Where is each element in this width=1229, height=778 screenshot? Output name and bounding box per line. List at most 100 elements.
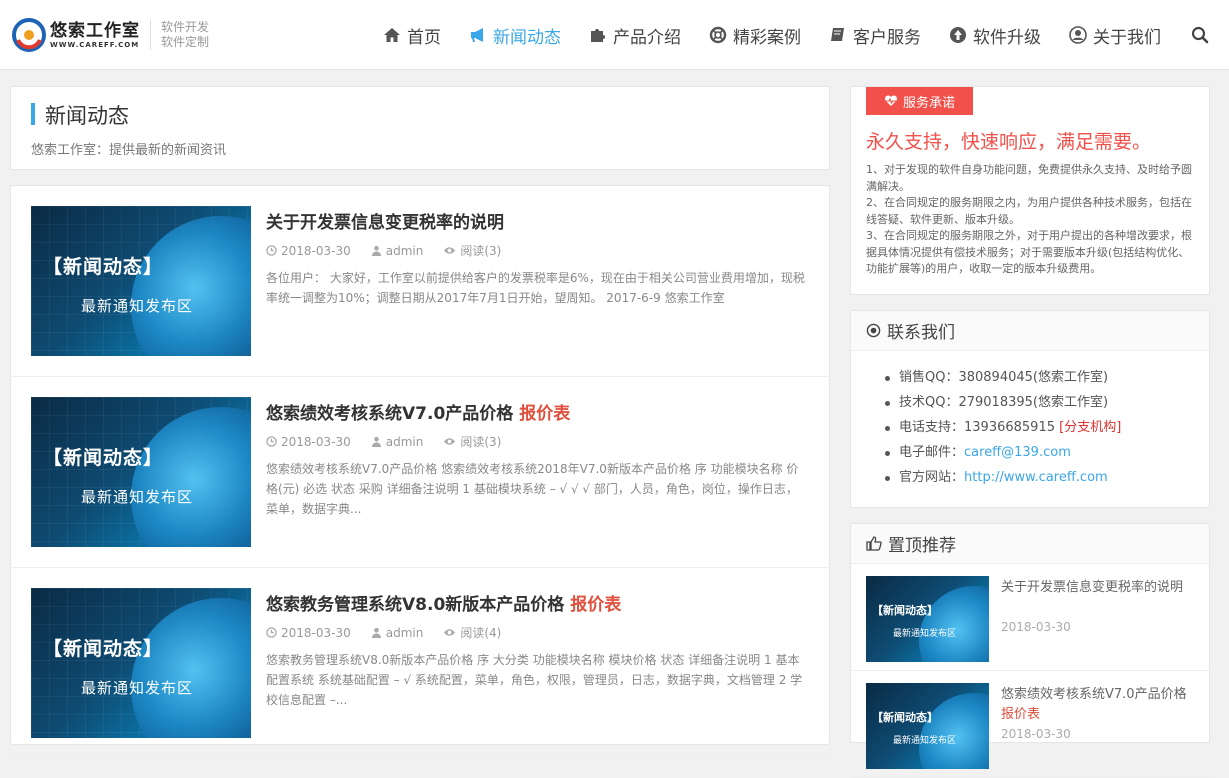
recommend-item[interactable]: 【新闻动态】 最新通知发布区 悠索绩效考核系统V7.0产品价格 报价表 2018…	[851, 671, 1209, 778]
page-subtitle: 悠索工作室：提供最新的新闻资讯	[31, 143, 227, 158]
article-date: 2018-03-30	[281, 434, 351, 449]
article-excerpt: 各位用户： 大家好，工作室以前提供给客户的发票税率是6%，现在由于相关公司营业费…	[266, 271, 805, 305]
article-author: admin	[385, 625, 424, 640]
logo-divider	[150, 20, 151, 50]
thumb-line-2: 最新通知发布区	[81, 488, 194, 506]
recommend-header: 置顶推荐	[851, 524, 1209, 564]
clock-icon	[266, 627, 277, 638]
thumbs-up-icon	[866, 536, 882, 551]
contact-phone: 电话支持：13936685915 [分支机构]	[885, 415, 1209, 440]
logo-name: 悠索工作室	[50, 20, 140, 41]
page-title-box: 新闻动态 悠索工作室：提供最新的新闻资讯	[10, 86, 830, 170]
email-link[interactable]: careff@139.com	[964, 445, 1071, 460]
article-thumbnail[interactable]: 【新闻动态】 最新通知发布区	[31, 397, 251, 547]
eye-icon	[444, 438, 456, 445]
nav-service[interactable]: 客户服务	[829, 23, 921, 48]
contact-email: 电子邮件：careff@139.com	[885, 440, 1209, 465]
nav-about-label: 关于我们	[1093, 27, 1161, 48]
nav-home-label: 首页	[407, 27, 441, 48]
clock-icon	[266, 436, 277, 447]
service-promise-body: 1、对于发现的软件自身功能问题，免费提供永久支持、及时给予圆满解决。 2、在合同…	[866, 163, 1192, 275]
service-promise-headline: 永久支持，快速响应，满足需要。	[866, 131, 1152, 153]
recommend-item-title[interactable]: 关于开发票信息变更税率的说明	[1001, 578, 1196, 598]
nav-upgrade-label: 软件升级	[973, 27, 1041, 48]
user-circle-icon	[1069, 26, 1087, 44]
website-link[interactable]: http://www.careff.com	[964, 470, 1108, 485]
nav-news[interactable]: 新闻动态	[469, 23, 561, 48]
recommend-item-title[interactable]: 悠索绩效考核系统V7.0产品价格 报价表	[1001, 685, 1196, 725]
article-thumbnail[interactable]: 【新闻动态】 最新通知发布区	[31, 588, 251, 738]
branch-link[interactable]: [分支机构]	[1059, 420, 1121, 435]
life-ring-icon	[709, 26, 727, 44]
logo-url: WWW.CAREFF.COM	[50, 40, 140, 49]
article-list: 【新闻动态】 最新通知发布区 关于开发票信息变更税率的说明 2018-03-30…	[10, 185, 830, 759]
heartbeat-icon	[884, 95, 897, 106]
user-icon	[371, 245, 381, 256]
article-thumbnail[interactable]: 【新闻动态】 最新通知发布区	[31, 206, 251, 356]
contact-list: 销售QQ：380894045(悠索工作室) 技术QQ：279018395(悠索工…	[851, 351, 1209, 490]
contact-box: 联系我们 销售QQ：380894045(悠索工作室) 技术QQ：27901839…	[850, 310, 1210, 508]
thumb-line-1: 【新闻动态】	[43, 638, 164, 660]
article-item: 【新闻动态】 最新通知发布区 关于开发票信息变更税率的说明 2018-03-30…	[11, 186, 829, 377]
nav-products[interactable]: 产品介绍	[589, 23, 681, 48]
globe-graphic	[919, 586, 989, 662]
contact-header: 联系我们	[851, 311, 1209, 351]
article-title[interactable]: 悠索绩效考核系统V7.0产品价格 报价表	[266, 399, 570, 424]
contact-title: 联系我们	[887, 323, 955, 343]
site-header: 悠索工作室 WWW.CAREFF.COM 软件开发 软件定制 首页 新闻动态 产…	[0, 0, 1229, 70]
logo-slogan-2: 软件定制	[161, 35, 210, 49]
recommend-title: 置顶推荐	[888, 536, 956, 556]
arrow-up-circle-icon	[950, 27, 966, 43]
nav-about[interactable]: 关于我们	[1069, 23, 1161, 48]
article-views: 阅读(4)	[460, 626, 502, 640]
nav-news-label: 新闻动态	[493, 27, 561, 48]
article-title[interactable]: 悠索教务管理系统V8.0新版本产品价格 报价表	[266, 590, 621, 615]
nav-home[interactable]: 首页	[383, 23, 441, 48]
puzzle-icon	[591, 29, 605, 42]
search-icon[interactable]	[1191, 26, 1209, 44]
article-date: 2018-03-30	[281, 625, 351, 640]
article-meta: 2018-03-30 admin 阅读(3)	[266, 242, 521, 259]
article-excerpt: 悠索绩效考核系统V7.0产品价格 悠索绩效考核系统2018年V7.0新版本产品价…	[266, 462, 799, 516]
article-title[interactable]: 关于开发票信息变更税率的说明	[266, 208, 504, 233]
nav-cases-label: 精彩案例	[733, 27, 801, 48]
article-views: 阅读(3)	[460, 435, 502, 449]
nav-service-label: 客户服务	[853, 27, 921, 48]
contact-website: 官方网站：http://www.careff.com	[885, 465, 1209, 490]
home-icon	[384, 28, 400, 42]
recommend-item-date: 2018-03-30	[1001, 727, 1071, 741]
clock-icon	[266, 245, 277, 256]
user-icon	[371, 627, 381, 638]
logo[interactable]: 悠索工作室 WWW.CAREFF.COM 软件开发 软件定制	[12, 16, 209, 54]
recommend-box: 置顶推荐 【新闻动态】 最新通知发布区 关于开发票信息变更税率的说明 2018-…	[850, 523, 1210, 778]
nav-upgrade[interactable]: 软件升级	[949, 23, 1041, 48]
eye-icon	[444, 247, 456, 254]
article-views: 阅读(3)	[460, 244, 502, 258]
thumb-line-2: 最新通知发布区	[81, 297, 194, 315]
article-author: admin	[385, 434, 424, 449]
logo-mark-icon	[12, 18, 46, 52]
recommend-item[interactable]: 【新闻动态】 最新通知发布区 关于开发票信息变更税率的说明 2018-03-30	[851, 564, 1209, 671]
main-nav: 首页 新闻动态 产品介绍 精彩案例 客户服务 软件升级 关于我们	[355, 0, 1229, 70]
recommend-item-date: 2018-03-30	[1001, 620, 1071, 634]
page-title: 新闻动态	[45, 104, 129, 128]
nav-cases[interactable]: 精彩案例	[709, 23, 801, 48]
thumb-line-1: 【新闻动态】	[43, 256, 164, 278]
article-item: 【新闻动态】 最新通知发布区 悠索教务管理系统V8.0新版本产品价格 报价表 2…	[11, 568, 829, 759]
article-item: 【新闻动态】 最新通知发布区 悠索绩效考核系统V7.0产品价格 报价表 2018…	[11, 377, 829, 568]
recommend-thumbnail[interactable]: 【新闻动态】 最新通知发布区	[866, 683, 989, 769]
bullhorn-icon	[471, 28, 483, 42]
recommend-thumbnail[interactable]: 【新闻动态】 最新通知发布区	[866, 576, 989, 662]
service-promise-box: 服务承诺 永久支持，快速响应，满足需要。 1、对于发现的软件自身功能问题，免费提…	[850, 86, 1210, 295]
service-promise-tag: 服务承诺	[866, 87, 973, 115]
title-accent-bar	[31, 103, 35, 125]
article-date: 2018-03-30	[281, 243, 351, 258]
thumb-line-1: 【新闻动态】	[43, 447, 164, 469]
thumb-line-2: 最新通知发布区	[81, 679, 194, 697]
article-excerpt: 悠索教务管理系统V8.0新版本产品价格 序 大分类 功能模块名称 模块价格 状态…	[266, 653, 803, 707]
globe-graphic	[919, 693, 989, 769]
nav-products-label: 产品介绍	[613, 27, 681, 48]
eye-icon	[444, 629, 456, 636]
contact-tech-qq: 技术QQ：279018395(悠索工作室)	[885, 390, 1209, 415]
book-icon	[831, 28, 844, 41]
